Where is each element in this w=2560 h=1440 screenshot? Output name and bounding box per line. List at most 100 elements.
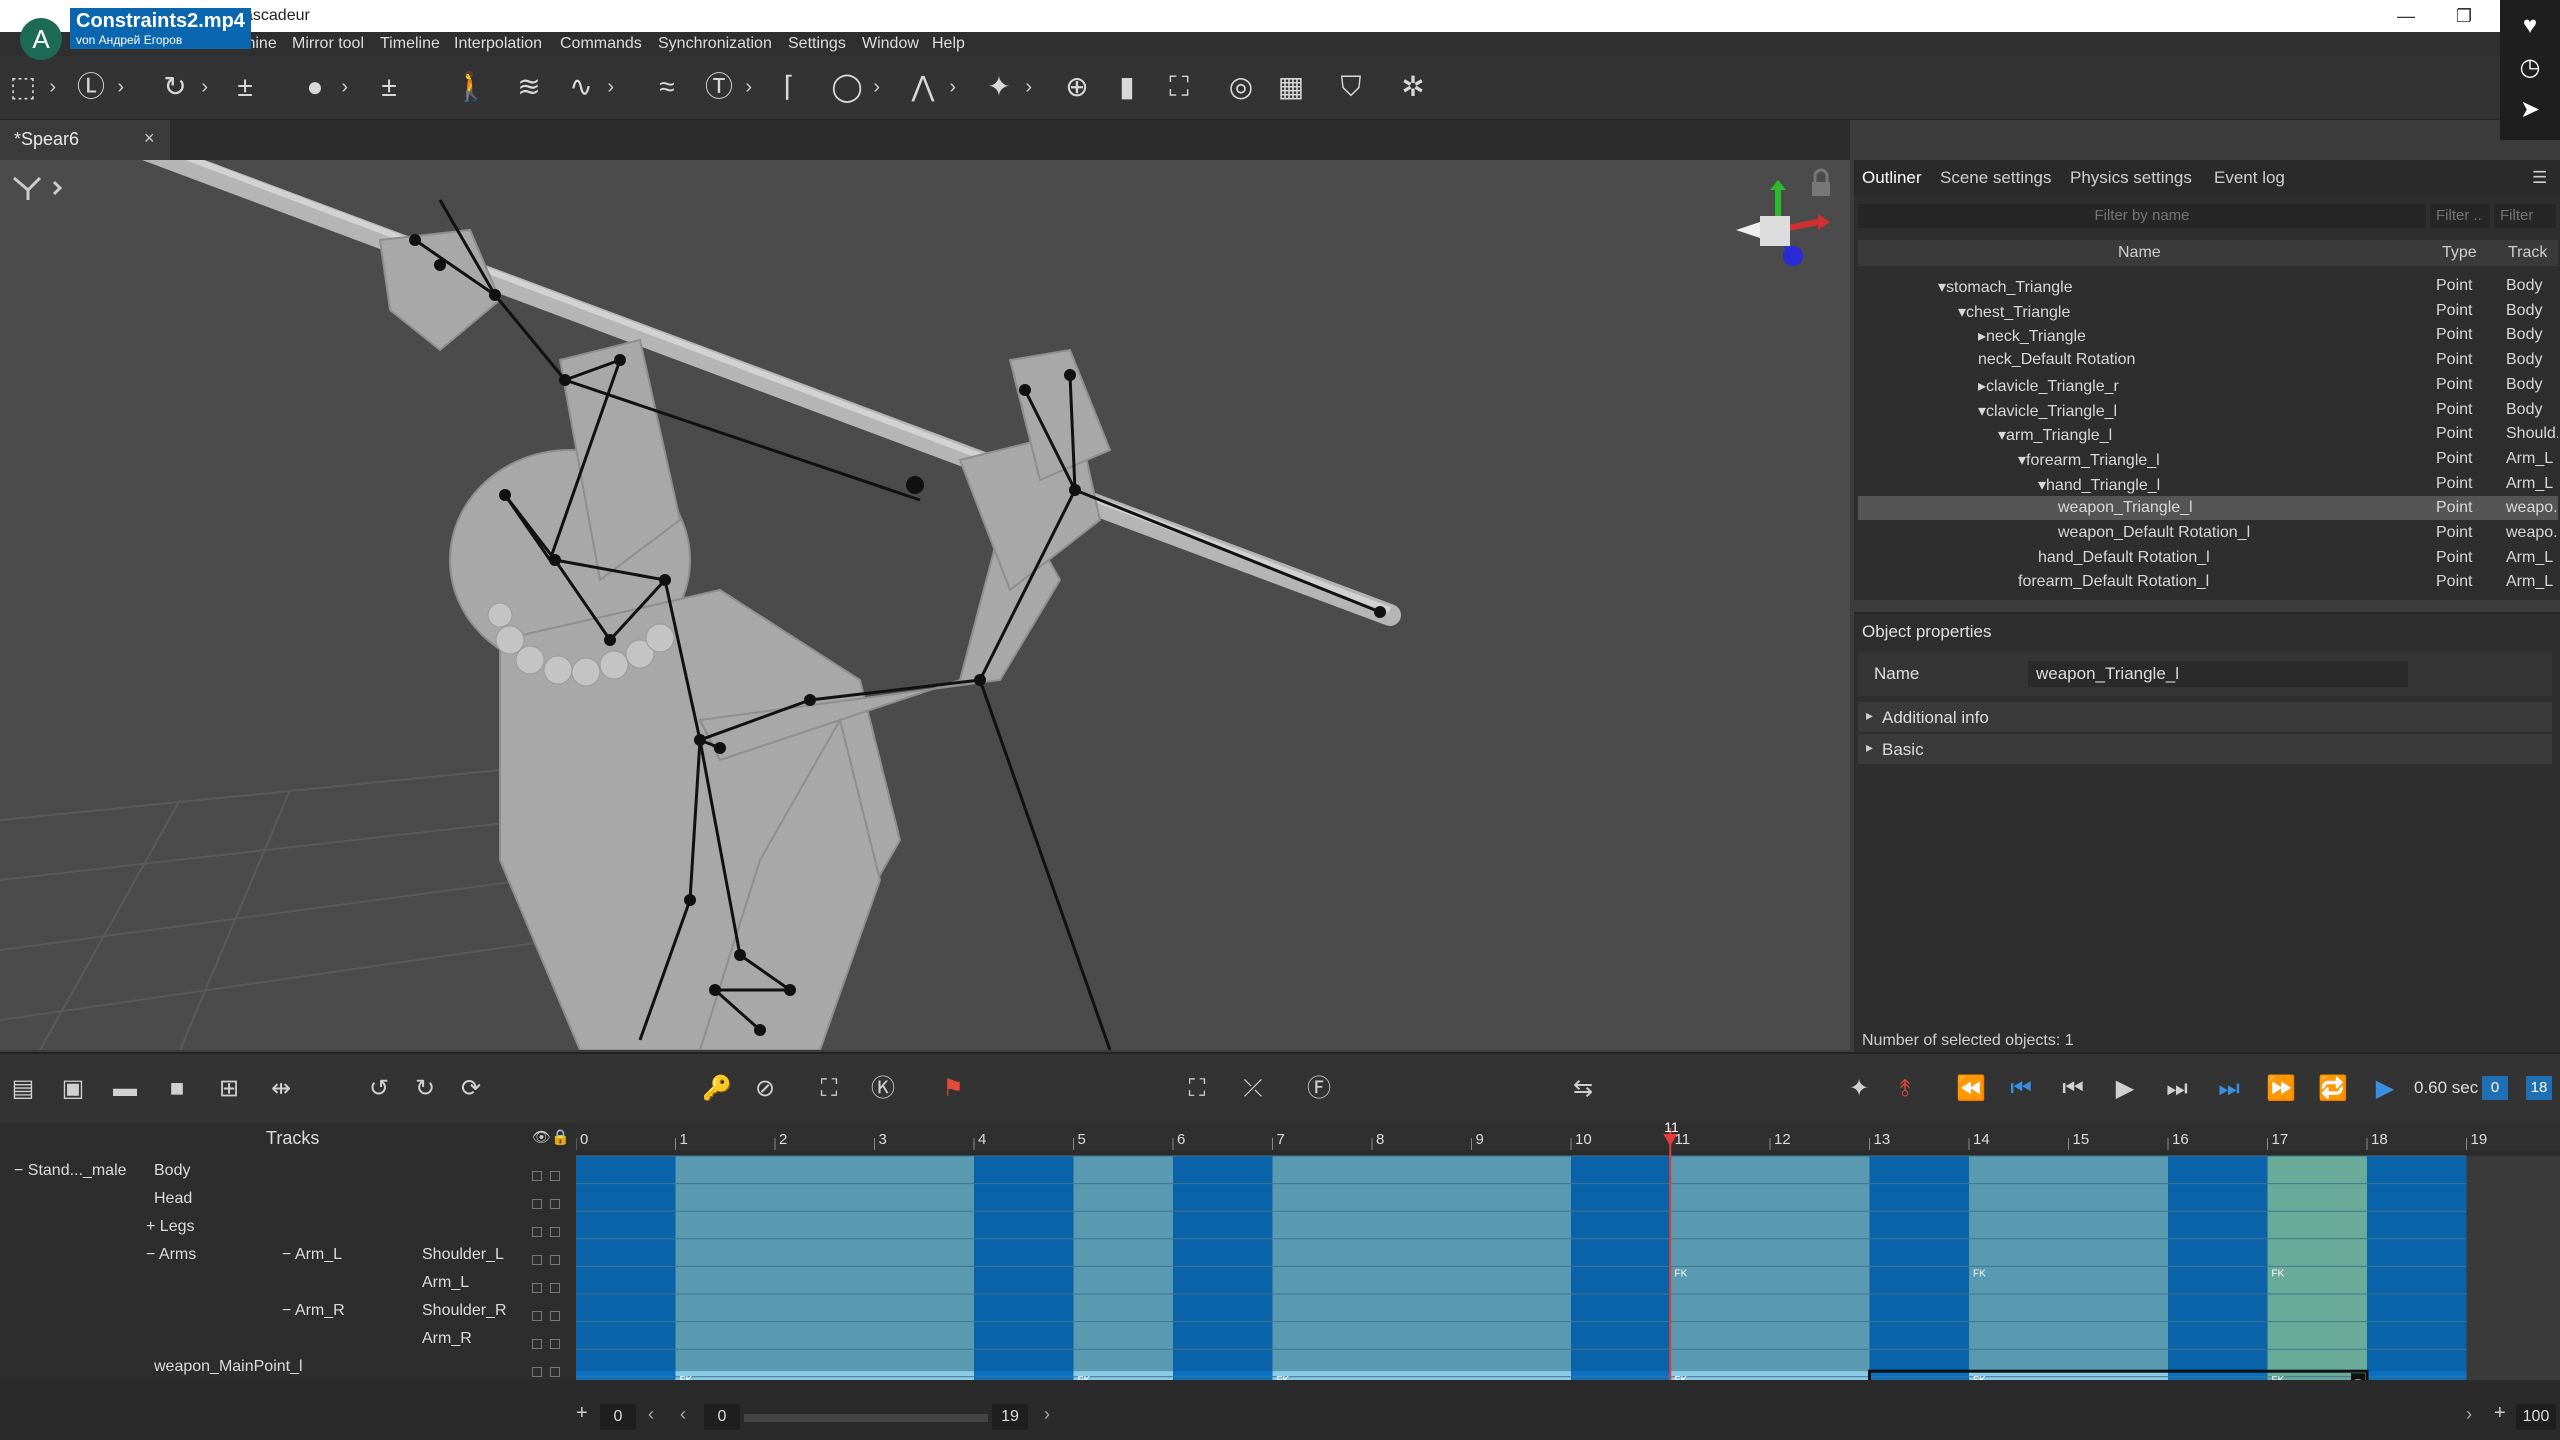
flag-icon[interactable]: ⚑ <box>936 1072 970 1106</box>
menu-window[interactable]: Window <box>862 35 919 53</box>
outliner-row[interactable]: ▾arm_Triangle_l Point Should... <box>1858 422 2558 446</box>
text-tool-icon[interactable]: Ⓣ › <box>700 68 752 106</box>
timeline-grid[interactable]: 012345678910111213141516171819FKFKFKFKFK… <box>576 1122 2560 1380</box>
disable-icon[interactable]: ⊘ <box>748 1072 782 1106</box>
send-icon[interactable]: ➤ <box>2514 94 2546 126</box>
track-item[interactable]: + Legs <box>146 1218 194 1236</box>
loop-tool-icon[interactable]: ◯ › <box>828 68 880 106</box>
grid-icon[interactable]: ▦ <box>1272 68 1310 106</box>
pose-icon[interactable]: ✦ › <box>980 68 1032 106</box>
select-tool-icon[interactable]: ⬚ › <box>4 68 56 106</box>
fast-forward-icon[interactable]: ⏩ <box>2264 1072 2298 1106</box>
outliner-row[interactable]: hand_Default Rotation_l Point Arm_L <box>1858 546 2558 570</box>
trajectory-icon[interactable]: ∿ › <box>562 68 614 106</box>
fk-icon[interactable]: Ⓕ <box>1302 1072 1336 1106</box>
play-speed-icon[interactable]: ▶ <box>2368 1072 2402 1106</box>
key-icon[interactable]: 🔑 <box>700 1072 734 1106</box>
filter-type-input[interactable] <box>2430 204 2490 228</box>
spear-model[interactable] <box>120 160 1401 626</box>
3d-viewport[interactable] <box>0 160 1850 1050</box>
range-plus-icon[interactable]: + <box>576 1402 588 1425</box>
track-visibility-toggle[interactable] <box>532 1280 572 1300</box>
outliner-row[interactable]: forearm_Default Rotation_l Point Arm_L <box>1858 570 2558 594</box>
close-icon[interactable]: × <box>144 128 155 149</box>
trajectories-icon[interactable]: ≈ <box>648 68 686 106</box>
track-visibility-toggle[interactable] <box>532 1252 572 1272</box>
focus-icon[interactable]: ⛶ <box>1160 68 1198 106</box>
track-item[interactable]: weapon_MainPoint_l <box>154 1358 303 1376</box>
panel-menu-icon[interactable]: ☰ <box>2532 168 2547 188</box>
remove-track-icon[interactable]: ▬ <box>108 1072 142 1106</box>
track-visibility-toggle[interactable] <box>532 1224 572 1244</box>
track-box-icon[interactable]: ■ <box>160 1072 194 1106</box>
range-end-field[interactable]: 19 <box>992 1404 1028 1430</box>
rotate-right-icon[interactable]: ⟳ <box>454 1072 488 1106</box>
range-slider-track[interactable] <box>744 1414 988 1422</box>
outliner-row[interactable]: ▾hand_Triangle_l Point Arm_L <box>1858 472 2558 496</box>
range-start-field[interactable]: 0 <box>600 1404 636 1430</box>
tab-physics-settings[interactable]: Physics settings <box>2070 168 2192 188</box>
column-name[interactable]: Name <box>2118 244 2161 262</box>
filter-name-input[interactable] <box>1858 204 2426 228</box>
next-frame-icon[interactable]: ⏭ <box>2160 1072 2194 1106</box>
minimize-button[interactable]: — <box>2388 4 2424 28</box>
physics-tool-icon[interactable]: ✲ <box>1394 68 1432 106</box>
zoom-next-icon[interactable]: › <box>2466 1404 2472 1425</box>
column-track[interactable]: Track <box>2508 244 2547 262</box>
outliner-row[interactable]: ▾stomach_Triangle Point Body <box>1858 274 2558 298</box>
tab-scene-settings[interactable]: Scene settings <box>1940 168 2052 188</box>
track-item[interactable]: Arm_R <box>422 1330 472 1348</box>
track-item[interactable]: − Arm_L <box>282 1246 342 1264</box>
menu-timeline[interactable]: Timeline <box>380 35 440 53</box>
section-basic[interactable]: Basic <box>1858 734 2552 764</box>
track-item[interactable]: Body <box>154 1162 190 1180</box>
outliner-row[interactable]: ▸neck_Triangle Point Body <box>1858 323 2558 347</box>
ballistic-icon[interactable]: ⋀ › <box>904 68 956 106</box>
play-icon[interactable]: ▶ <box>2108 1072 2142 1106</box>
tab-event-log[interactable]: Event log <box>2214 168 2285 188</box>
menu-commands[interactable]: Commands <box>560 35 642 53</box>
menu-settings[interactable]: Settings <box>788 35 846 53</box>
heart-icon[interactable]: ♥ <box>2514 10 2546 42</box>
split-icon[interactable]: ⇹ <box>264 1072 298 1106</box>
character-icon[interactable]: 🚶 <box>452 68 490 106</box>
outliner-row[interactable]: neck_Default Rotation Point Body <box>1858 348 2558 372</box>
rotate-mode-icon[interactable]: ↻ › <box>156 68 208 106</box>
autophysics-icon[interactable]: ≋ <box>510 68 548 106</box>
step-up-icon[interactable]: ± <box>370 68 408 106</box>
swap-icon[interactable]: ⇆ <box>1566 1072 1600 1106</box>
track-item[interactable]: Arm_L <box>422 1274 469 1292</box>
menu-mirror-tool[interactable]: Mirror tool <box>292 35 364 53</box>
viewport-menu-icon[interactable] <box>13 176 63 200</box>
last-frame-icon[interactable]: ⏭ <box>2212 1072 2246 1106</box>
center-of-mass-icon[interactable]: ⊕ <box>1058 68 1096 106</box>
track-visibility-toggle[interactable] <box>532 1308 572 1328</box>
local-space-icon[interactable]: Ⓛ › <box>72 68 124 106</box>
spiral-icon[interactable]: ◎ <box>1222 68 1260 106</box>
bracket-tool-icon[interactable]: ⌈ <box>770 68 808 106</box>
outliner-row[interactable]: weapon_Default Rotation_l Point weapo... <box>1858 521 2558 545</box>
clock-icon[interactable]: ◷ <box>2514 52 2546 84</box>
shield-icon[interactable]: ⛉ <box>1332 68 1370 106</box>
zoom-plus-icon[interactable]: + <box>2494 1402 2506 1425</box>
range-next-icon[interactable]: › <box>1044 1404 1050 1425</box>
lock-icon[interactable] <box>1812 168 1830 196</box>
track-visibility-toggle[interactable] <box>532 1168 572 1188</box>
menu-synchronization[interactable]: Synchronization <box>658 35 772 53</box>
track-visibility-toggle[interactable] <box>532 1336 572 1356</box>
outliner-row[interactable]: ▾forearm_Triangle_l Point Arm_L <box>1858 447 2558 471</box>
track-item[interactable]: Shoulder_L <box>422 1246 504 1264</box>
pin-icon[interactable]: ✦ <box>1842 1072 1876 1106</box>
outliner-row[interactable]: weapon_Triangle_l Point weapo... <box>1858 496 2558 521</box>
property-name-field[interactable]: weapon_Triangle_l <box>2028 661 2408 687</box>
track-item[interactable]: − Arm_R <box>282 1302 345 1320</box>
filter-track-input[interactable] <box>2494 204 2556 228</box>
track-item[interactable]: − Stand..._male <box>14 1162 127 1180</box>
menu-interpolation[interactable]: Interpolation <box>454 35 542 53</box>
first-frame-icon[interactable]: ⏮ <box>2004 1072 2038 1106</box>
point-mode-icon[interactable]: ● › <box>296 68 348 106</box>
spin-b[interactable]: 18 <box>2526 1076 2552 1100</box>
ik-icon[interactable]: Ⓚ <box>866 1072 900 1106</box>
fit-range-icon[interactable]: ⛶ <box>1180 1072 1214 1106</box>
restore-button[interactable]: ❐ <box>2446 4 2482 28</box>
